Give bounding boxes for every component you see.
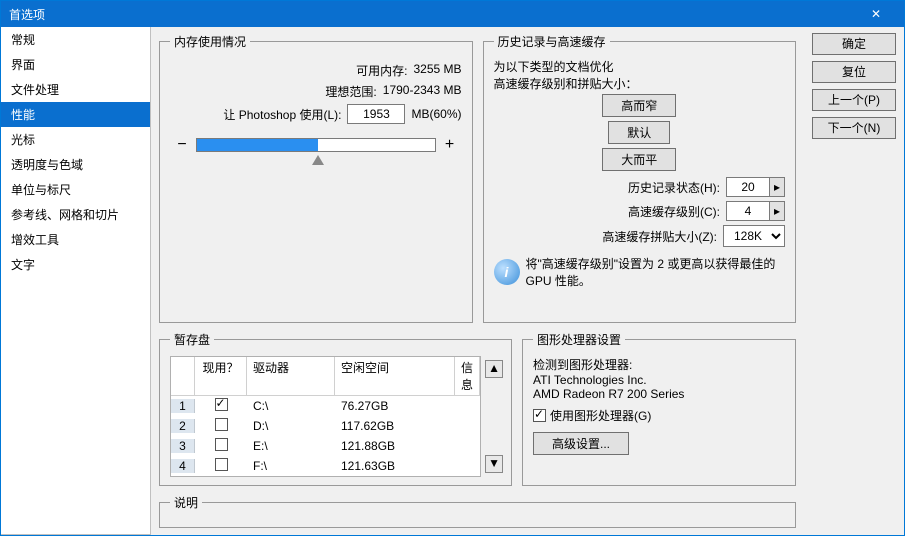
row-index: 1 xyxy=(171,399,195,413)
checkbox-icon[interactable] xyxy=(215,418,228,431)
row-drive: F:\ xyxy=(247,459,335,473)
col-info: 信息 xyxy=(455,357,480,396)
slider-plus-icon[interactable]: + xyxy=(442,136,458,154)
table-row[interactable]: 2 D:\117.62GB xyxy=(171,416,480,436)
history-stepper-icon[interactable]: ▸ xyxy=(769,177,785,197)
gpu-fieldset: 图形处理器设置 检测到图形处理器: ATI Technologies Inc. … xyxy=(522,331,796,486)
next-button[interactable]: 下一个(N) xyxy=(812,117,896,139)
row-use[interactable] xyxy=(195,398,247,414)
default-button[interactable]: 默认 xyxy=(608,121,670,144)
use-gpu-checkbox[interactable]: 使用图形处理器(G) xyxy=(533,407,785,424)
row-space: 121.63GB xyxy=(335,459,455,473)
levels-label: 高速缓存级别(C): xyxy=(628,203,720,220)
row-use[interactable] xyxy=(195,438,247,454)
checkbox-icon[interactable] xyxy=(533,409,546,422)
scratch-fieldset: 暂存盘 现用？ 驱动器 空闲空间 信息 1 C:\76.27GB 2 D:\117.6… xyxy=(159,331,512,486)
col-drive: 驱动器 xyxy=(247,357,335,396)
big-flat-button[interactable]: 大而平 xyxy=(602,148,676,171)
checkbox-icon[interactable] xyxy=(215,398,228,411)
col-space: 空闲空间 xyxy=(335,357,455,396)
history-input[interactable] xyxy=(726,177,770,197)
sidebar-item-transparency[interactable]: 透明度与色域 xyxy=(1,152,150,177)
description-fieldset: 说明 xyxy=(159,494,796,528)
tile-select[interactable]: 128K xyxy=(723,225,785,247)
row-index: 4 xyxy=(171,459,195,473)
slider-fill xyxy=(197,139,318,151)
levels-stepper-icon[interactable]: ▸ xyxy=(769,201,785,221)
row-drive: C:\ xyxy=(247,399,335,413)
cache-fieldset: 历史记录与高速缓存 为以下类型的文档优化 高速缓存级别和拼贴大小： 高而窄 默认… xyxy=(483,33,797,323)
memory-input[interactable] xyxy=(347,104,405,124)
sidebar: 常规 界面 文件处理 性能 光标 透明度与色域 单位与标尺 参考线、网格和切片 … xyxy=(1,27,151,535)
row-space: 76.27GB xyxy=(335,399,455,413)
row-space: 117.62GB xyxy=(335,419,455,433)
col-index xyxy=(171,357,195,396)
col-use: 现用？ xyxy=(195,357,247,396)
move-up-button[interactable]: ▲ xyxy=(485,360,503,378)
row-index: 3 xyxy=(171,439,195,453)
sidebar-item-units[interactable]: 单位与标尺 xyxy=(1,177,150,202)
move-down-button[interactable]: ▼ xyxy=(485,455,503,473)
sidebar-item-plugins[interactable]: 增效工具 xyxy=(1,227,150,252)
right-buttons: 确定 复位 上一个(P) 下一个(N) xyxy=(804,27,904,535)
gpu-model: AMD Radeon R7 200 Series xyxy=(533,387,785,401)
row-drive: D:\ xyxy=(247,419,335,433)
sidebar-item-type[interactable]: 文字 xyxy=(1,252,150,277)
table-row[interactable]: 4 F:\121.63GB xyxy=(171,456,480,476)
let-label: 让 Photoshop 使用(L): xyxy=(223,106,341,123)
close-icon[interactable]: ✕ xyxy=(856,7,896,21)
description-legend: 说明 xyxy=(170,494,202,511)
preferences-window: 首选项 ✕ 常规 界面 文件处理 性能 光标 透明度与色域 单位与标尺 参考线、… xyxy=(0,0,905,536)
scratch-legend: 暂存盘 xyxy=(170,331,214,348)
main-panel: 内存使用情况 可用内存: 3255 MB 理想范围: 1790-2343 MB 让 … xyxy=(151,27,804,535)
available-label: 可用内存: xyxy=(356,62,407,79)
checkbox-icon[interactable] xyxy=(215,438,228,451)
ideal-label: 理想范围: xyxy=(325,83,376,100)
reset-button[interactable]: 复位 xyxy=(812,61,896,83)
titlebar: 首选项 ✕ xyxy=(1,1,904,27)
gpu-legend: 图形处理器设置 xyxy=(533,331,625,348)
row-drive: E:\ xyxy=(247,439,335,453)
info-icon: i xyxy=(494,259,520,285)
sidebar-item-performance[interactable]: 性能 xyxy=(1,102,150,127)
prev-button[interactable]: 上一个(P) xyxy=(812,89,896,111)
table-row[interactable]: 3 E:\121.88GB xyxy=(171,436,480,456)
memory-slider[interactable] xyxy=(196,138,436,152)
row-use[interactable] xyxy=(195,418,247,434)
sidebar-item-general[interactable]: 常规 xyxy=(1,27,150,52)
sidebar-item-filehandling[interactable]: 文件处理 xyxy=(1,77,150,102)
scratch-table: 现用？ 驱动器 空闲空间 信息 1 C:\76.27GB 2 D:\117.62GB 3… xyxy=(170,356,481,477)
slider-thumb-icon[interactable] xyxy=(312,155,324,165)
row-index: 2 xyxy=(171,419,195,433)
tile-label: 高速缓存拼贴大小(Z): xyxy=(602,228,717,245)
checkbox-icon[interactable] xyxy=(215,458,228,471)
cache-info-text: 将"高速缓存级别"设置为 2 或更高以获得最佳的 GPU 性能。 xyxy=(526,255,786,289)
available-value: 3255 MB xyxy=(413,62,461,79)
slider-minus-icon[interactable]: − xyxy=(174,136,190,154)
tall-narrow-button[interactable]: 高而窄 xyxy=(602,94,676,117)
let-unit: MB(60%) xyxy=(411,107,461,121)
ok-button[interactable]: 确定 xyxy=(812,33,896,55)
gpu-vendor: ATI Technologies Inc. xyxy=(533,373,785,387)
row-use[interactable] xyxy=(195,458,247,474)
history-label: 历史记录状态(H): xyxy=(628,179,720,196)
sidebar-item-guides[interactable]: 参考线、网格和切片 xyxy=(1,202,150,227)
window-title: 首选项 xyxy=(9,6,856,23)
cache-opt-text: 为以下类型的文档优化 高速缓存级别和拼贴大小： xyxy=(494,58,786,92)
ideal-value: 1790-2343 MB xyxy=(383,83,462,100)
levels-input[interactable] xyxy=(726,201,770,221)
sidebar-item-interface[interactable]: 界面 xyxy=(1,52,150,77)
memory-fieldset: 内存使用情况 可用内存: 3255 MB 理想范围: 1790-2343 MB 让 … xyxy=(159,33,473,323)
memory-legend: 内存使用情况 xyxy=(170,33,250,50)
table-row[interactable]: 1 C:\76.27GB xyxy=(171,396,480,416)
advanced-settings-button[interactable]: 高级设置... xyxy=(533,432,629,455)
use-gpu-label: 使用图形处理器(G) xyxy=(550,407,651,424)
cache-legend: 历史记录与高速缓存 xyxy=(494,33,610,50)
sidebar-item-cursor[interactable]: 光标 xyxy=(1,127,150,152)
row-space: 121.88GB xyxy=(335,439,455,453)
gpu-detect-label: 检测到图形处理器: xyxy=(533,356,785,373)
